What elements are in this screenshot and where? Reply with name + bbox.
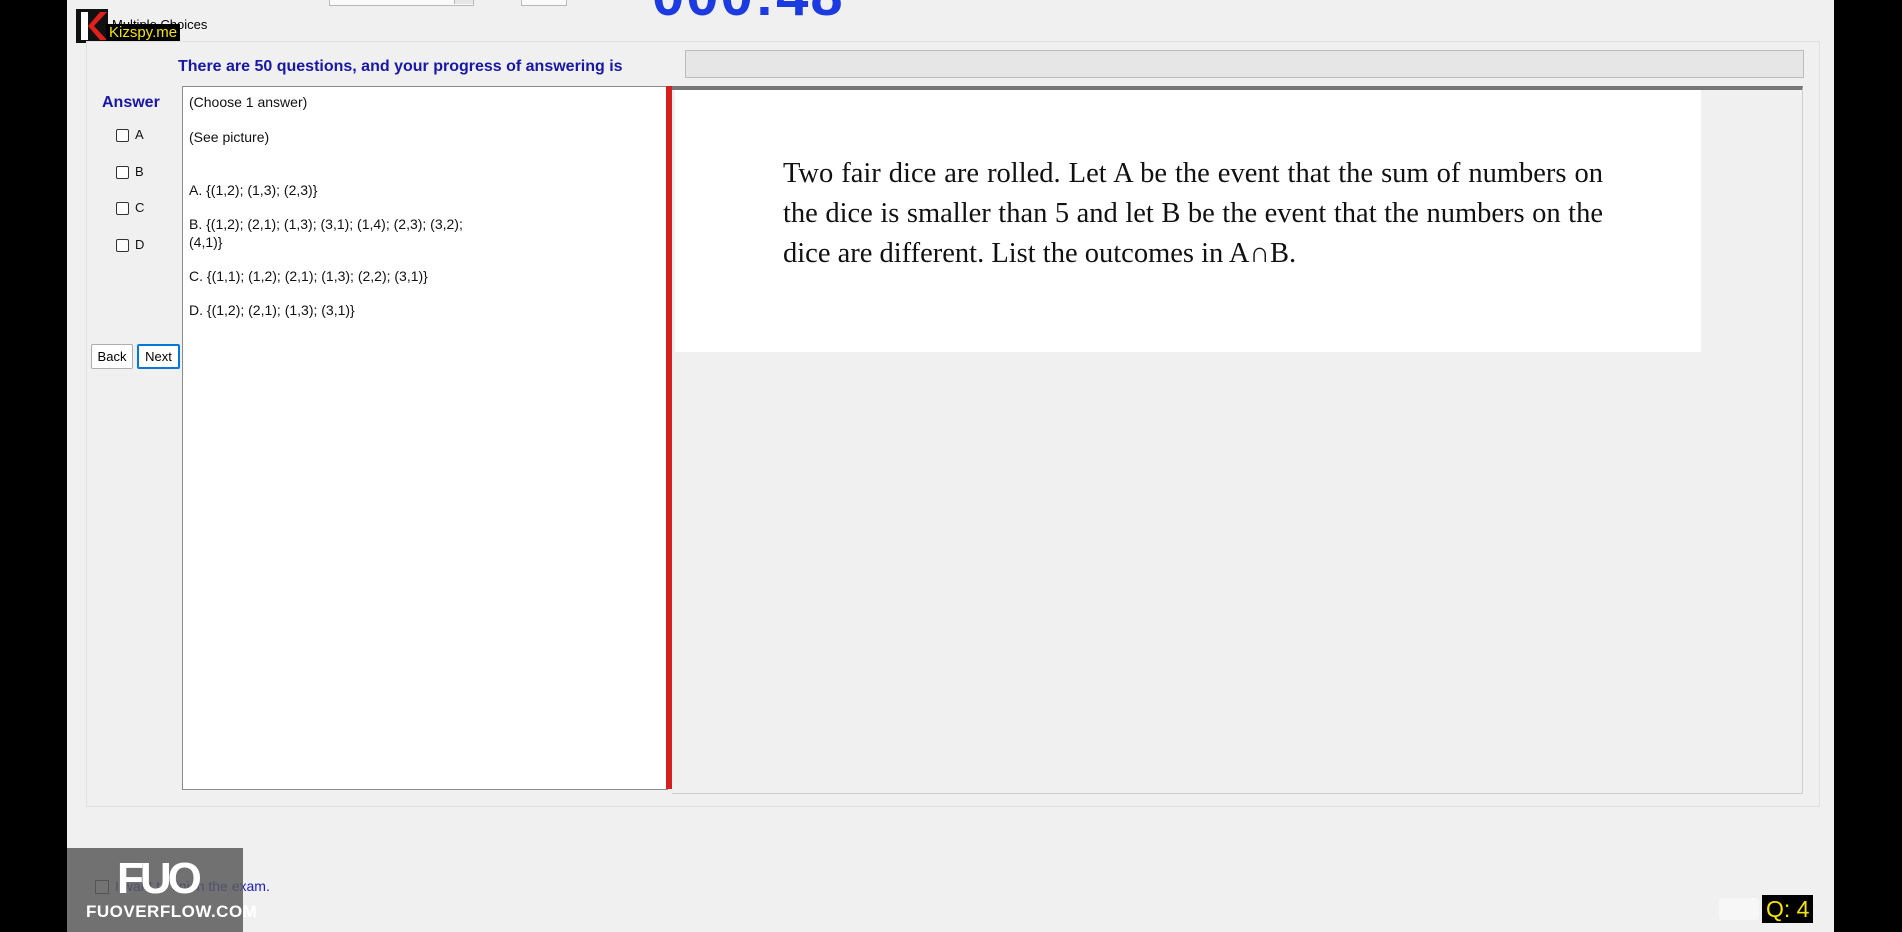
- instruction-text: (Choose 1 answer): [189, 94, 308, 110]
- see-picture-text: (See picture): [189, 129, 270, 145]
- chevron-down-icon[interactable]: [454, 0, 473, 4]
- timer: 000:48: [652, 0, 845, 29]
- choice-d-checkbox[interactable]: D: [116, 237, 156, 255]
- checkbox-icon[interactable]: [116, 202, 129, 215]
- next-button[interactable]: Next: [137, 344, 180, 369]
- choice-label: D: [135, 237, 145, 252]
- checkbox-icon[interactable]: [116, 129, 129, 142]
- choice-label: C: [135, 200, 145, 215]
- option-c-text: C. {(1,1); (1,2); (2,1); (1,3); (2,2); (…: [189, 268, 428, 284]
- choice-label: B: [135, 164, 144, 179]
- progress-bar: [685, 50, 1804, 78]
- answer-label: Answer: [102, 94, 160, 111]
- choice-c-checkbox[interactable]: C: [116, 200, 156, 218]
- kizspy-logo-icon: [76, 9, 108, 43]
- option-a-text: A. {(1,2); (1,3); (2,3)}: [189, 182, 318, 198]
- checkbox-icon[interactable]: [116, 239, 129, 252]
- option-b-text: B. {(1,2); (2,1); (1,3); (3,1); (1,4); (…: [189, 216, 463, 232]
- question-number-field: [1719, 898, 1759, 920]
- back-button[interactable]: Back: [91, 344, 133, 369]
- top-dropdown[interactable]: [329, 0, 474, 6]
- option-d-text: D. {(1,2); (2,1); (1,3); (3,1)}: [189, 302, 355, 318]
- kizspy-text: Kizspy.me: [106, 24, 181, 42]
- checkbox-icon[interactable]: [116, 166, 129, 179]
- question-picture-text: Two fair dice are rolled. Let A be the e…: [783, 158, 1603, 269]
- exam-window: 000:48 Multiple Choices Kizspy.me There …: [67, 0, 1834, 932]
- choice-a-checkbox[interactable]: A: [116, 127, 156, 145]
- choice-b-checkbox[interactable]: B: [116, 164, 156, 182]
- fuo-logo-text: FUOVERFLOW.COM: [86, 902, 258, 921]
- choice-label: A: [135, 127, 144, 142]
- fuoverflow-watermark: FUO FUOVERFLOW.COM: [67, 848, 257, 932]
- fuo-logo-mark: FUO: [117, 854, 202, 903]
- question-textbox[interactable]: (Choose 1 answer) (See picture) A. {(1,2…: [182, 86, 668, 790]
- question-badge: Q: 4: [1762, 895, 1814, 923]
- option-b-text-continued: (4,1)}: [189, 234, 223, 250]
- kizspy-watermark: Kizspy.me: [76, 9, 201, 43]
- top-spinner[interactable]: [521, 0, 567, 6]
- question-picture: Two fair dice are rolled. Let A be the e…: [675, 90, 1701, 352]
- progress-text: There are 50 questions, and your progres…: [178, 58, 623, 75]
